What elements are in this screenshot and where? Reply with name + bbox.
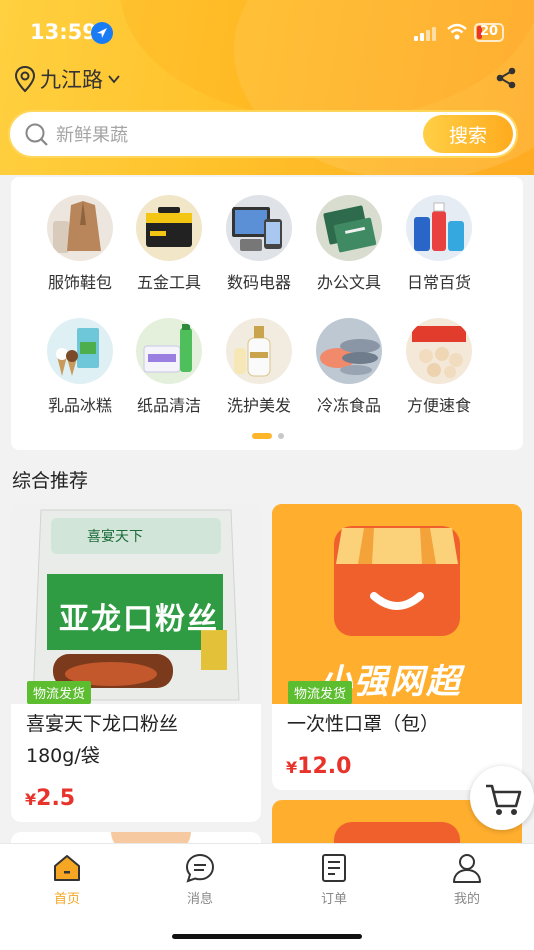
category-label: 洗护美发	[226, 396, 291, 415]
location-services-icon	[91, 22, 113, 44]
product-price: ¥12.0	[286, 754, 351, 779]
location-selector[interactable]: 九江路	[14, 64, 121, 94]
battery-icon: 20	[474, 23, 504, 42]
location-pin-icon	[14, 65, 36, 93]
tab-label: 消息	[186, 892, 213, 907]
currency-symbol: ¥	[25, 790, 37, 809]
category-label: 办公文具	[316, 273, 381, 292]
battery-level: 20	[480, 24, 499, 39]
home-indicator	[172, 934, 362, 939]
price-value: 12.0	[297, 754, 352, 779]
search-bar: 搜索	[8, 110, 518, 158]
category-household[interactable]: 日常百货	[399, 195, 479, 293]
currency-symbol: ¥	[286, 758, 298, 777]
haircare-icon	[226, 318, 292, 384]
category-clothing[interactable]: 服饰鞋包	[40, 195, 120, 293]
category-label: 日常百货	[406, 273, 471, 292]
product-title-line2: 180g/袋	[26, 745, 100, 767]
tab-label: 我的	[453, 892, 480, 907]
category-panel: 服饰鞋包 五金工具 数码电器 办公文具 日常百货 乳品冰糕 纸品清洁 洗护美发 …	[11, 177, 523, 450]
category-frozen-food[interactable]: 冷冻食品	[309, 318, 389, 416]
category-label: 五金工具	[136, 273, 201, 292]
product-price: ¥2.5	[25, 786, 75, 811]
profile-icon	[453, 854, 481, 883]
paper-cleaning-icon	[136, 318, 202, 384]
home-icon	[54, 855, 80, 881]
category-label: 乳品冰糕	[47, 396, 112, 415]
category-instant-food[interactable]: 方便速食	[399, 318, 479, 416]
category-label: 服饰鞋包	[47, 273, 112, 292]
category-dairy[interactable]: 乳品冰糕	[40, 318, 120, 416]
category-stationery[interactable]: 办公文具	[309, 195, 389, 293]
product-card[interactable]: 喜宴天下 亚龙口粉丝 物流发货 喜宴天下龙口粉丝 180g/袋 ¥2.5	[11, 504, 261, 822]
tab-orders[interactable]: 订单	[294, 852, 374, 907]
product-title: 一次性口罩（包）	[287, 713, 440, 735]
tab-profile[interactable]: 我的	[427, 852, 507, 907]
section-title: 综合推荐	[12, 470, 89, 492]
cart-button[interactable]	[470, 766, 534, 830]
frozen-food-icon	[316, 318, 382, 384]
category-label: 纸品清洁	[136, 396, 201, 415]
order-icon	[322, 854, 346, 882]
chevron-down-icon	[108, 75, 120, 84]
toolbox-icon	[136, 195, 202, 261]
package-name-text: 亚龙口粉丝	[59, 602, 219, 637]
shipping-tag: 物流发货	[27, 681, 92, 704]
search-icon	[25, 123, 48, 146]
category-label: 方便速食	[406, 396, 471, 415]
tab-label: 首页	[53, 892, 80, 907]
location-name: 九江路	[40, 68, 103, 92]
product-title-line1: 喜宴天下龙口粉丝	[26, 713, 179, 735]
carousel-dot-active	[252, 433, 272, 439]
carousel-dot	[278, 433, 284, 439]
instant-food-icon	[406, 318, 472, 384]
share-icon[interactable]	[494, 66, 518, 90]
dairy-icon	[47, 318, 113, 384]
search-button[interactable]: 搜索	[423, 115, 513, 153]
wifi-icon	[447, 23, 467, 40]
category-label: 数码电器	[226, 273, 291, 292]
electronics-icon	[226, 195, 292, 261]
stationery-icon	[316, 195, 382, 261]
product-image: 喜宴天下 亚龙口粉丝	[11, 504, 261, 704]
shipping-tag: 物流发货	[288, 681, 353, 704]
cellular-signal-icon	[414, 25, 440, 41]
product-image: 小强网超	[272, 504, 522, 704]
household-icon	[406, 195, 472, 261]
price-value: 2.5	[36, 786, 76, 811]
status-time: 13:59	[30, 20, 97, 44]
tab-messages[interactable]: 消息	[160, 852, 240, 907]
category-paper-cleaning[interactable]: 纸品清洁	[129, 318, 209, 416]
product-card[interactable]: 小强网超 物流发货 一次性口罩（包） ¥12.0	[272, 504, 522, 790]
clothing-icon	[47, 195, 113, 261]
status-bar: 13:59 20	[0, 0, 534, 64]
category-hardware[interactable]: 五金工具	[129, 195, 209, 293]
tab-home[interactable]: 首页	[27, 852, 107, 907]
tab-label: 订单	[320, 892, 347, 907]
category-electronics[interactable]: 数码电器	[219, 195, 299, 293]
package-brand-text: 喜宴天下	[87, 529, 143, 545]
cart-icon	[486, 784, 522, 815]
search-input[interactable]	[56, 120, 416, 150]
message-icon	[185, 853, 215, 883]
product-title: 喜宴天下龙口粉丝 180g/袋	[26, 708, 251, 772]
category-haircare[interactable]: 洗护美发	[219, 318, 299, 416]
category-label: 冷冻食品	[316, 396, 381, 415]
